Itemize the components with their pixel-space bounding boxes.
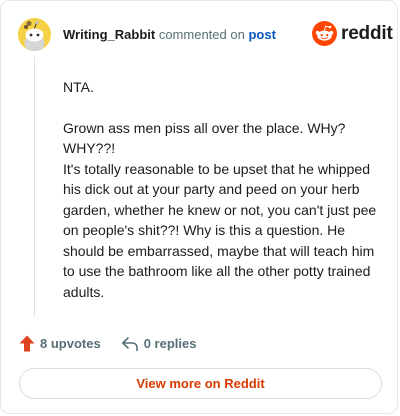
comment-body: NTA. Grown ass men piss all over the pla… [63,77,381,302]
upvote-count: 8 upvotes [40,336,101,351]
reply-button[interactable]: 0 replies [121,336,197,352]
comment-header: Writing_Rabbit commented on post [63,27,276,42]
thread-line [34,57,35,317]
embedded-comment-card: Writing_Rabbit commented on post reddit … [0,0,398,414]
reddit-logo-icon [312,21,337,46]
comment-actions: 8 upvotes 0 replies [19,335,196,352]
comment-paragraph: NTA. [63,79,94,95]
snoo-avatar-icon [18,18,51,51]
upvote-button[interactable]: 8 upvotes [19,335,101,352]
comment-paragraph: It's totally reasonable to be upset that… [63,160,377,300]
upvote-arrow-icon [19,335,35,352]
comment-paragraph: Grown ass men piss all over the place. W… [63,119,346,157]
reply-icon [121,336,138,351]
username[interactable]: Writing_Rabbit [63,27,155,42]
reddit-wordmark: reddit [341,22,393,44]
commented-on-text: commented on [158,27,245,42]
user-avatar[interactable] [18,18,51,51]
reddit-logo[interactable]: reddit [312,21,393,46]
reply-count: 0 replies [143,336,197,351]
post-link[interactable]: post [248,27,275,42]
view-more-button[interactable]: View more on Reddit [19,368,382,399]
